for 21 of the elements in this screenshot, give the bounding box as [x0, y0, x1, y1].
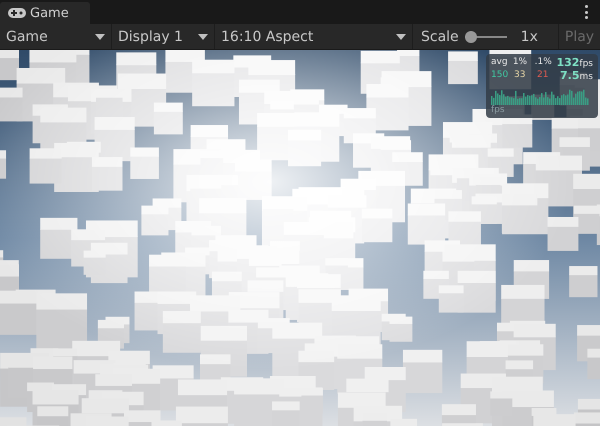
ms-reading: 7.5ms — [560, 70, 593, 83]
graph-label: fps — [491, 105, 505, 115]
stat-value: 150 — [491, 70, 510, 82]
game-tab[interactable]: Game — [0, 2, 90, 24]
stat-value: 21 — [537, 70, 550, 82]
dropdown[interactable]: 16:10 Aspect — [215, 24, 413, 49]
stat-value: 33 — [514, 70, 526, 82]
dropdown[interactable]: Display 1 — [112, 24, 215, 49]
scale-label: Scale — [421, 28, 459, 44]
caret-icon — [95, 34, 105, 40]
gamepad-icon — [8, 8, 26, 18]
scale-reading: 1x — [520, 28, 538, 44]
slider-thumb[interactable] — [464, 30, 477, 42]
stat-header: .1% — [534, 57, 553, 69]
stat-header: avg — [491, 57, 509, 69]
caret-icon — [198, 34, 208, 40]
stat-header: 1% — [512, 57, 528, 69]
more-options-icon[interactable] — [584, 5, 588, 19]
fps-reading: 132fps — [556, 57, 593, 70]
dropdown[interactable]: Game — [0, 24, 112, 49]
caret-icon — [396, 34, 406, 40]
